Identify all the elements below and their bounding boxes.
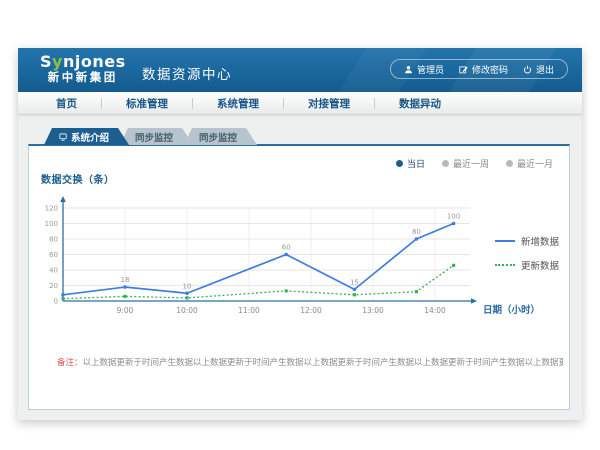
userbar-item-0[interactable]: 管理员 [404, 63, 444, 76]
svg-text:10:00: 10:00 [176, 306, 198, 315]
tab-0[interactable]: 系统介绍 [44, 128, 129, 145]
document-icon [59, 133, 67, 141]
userbar-item-label: 修改密码 [472, 63, 508, 76]
screenshot-canvas: Synjones 新中新集团 数据资源中心 管理员修改密码退出 首页标准管理系统… [0, 0, 600, 450]
legend-label: 新增数据 [521, 234, 559, 248]
line-chart: 0 20 40 60 80 100 120 9:00 10:00 11:00 12:00 13:00 1… [45, 186, 550, 324]
svg-text:60: 60 [282, 244, 291, 252]
svg-text:15: 15 [350, 278, 359, 286]
radio-0[interactable]: 当日 [396, 157, 425, 170]
svg-text:10: 10 [183, 282, 192, 290]
svg-text:80: 80 [412, 228, 421, 236]
legend-item-0: 新增数据 [495, 234, 559, 248]
nav-item-4[interactable]: 数据异动 [375, 96, 465, 111]
footnote: 备注：以上数据更新于时间产生数据以上数据更新于时间产生数据以上数据更新于时间产生… [57, 356, 563, 368]
radio-dot-icon [506, 160, 513, 167]
svg-text:100: 100 [45, 220, 58, 228]
svg-text:18: 18 [121, 276, 130, 284]
site-frame: Synjones 新中新集团 数据资源中心 管理员修改密码退出 首页标准管理系统… [18, 48, 582, 420]
userbar-item-2[interactable]: 退出 [523, 63, 554, 76]
svg-text:100: 100 [447, 213, 460, 221]
tab-label: 系统介绍 [71, 130, 109, 144]
userbar-item-label: 退出 [536, 63, 554, 76]
tab-bar: 系统介绍 同步监控 同步监控 [44, 128, 248, 145]
svg-text:80: 80 [49, 236, 58, 244]
svg-text:120: 120 [45, 205, 58, 213]
nav-item-0[interactable]: 首页 [32, 96, 101, 111]
user-menu: 管理员 修改密码 退出 [390, 59, 568, 79]
tab-1[interactable]: 同步监控 [120, 128, 193, 145]
svg-text:9:00: 9:00 [117, 306, 134, 315]
radio-label: 当日 [407, 157, 425, 170]
nav-item-3[interactable]: 对接管理 [284, 96, 374, 111]
edit-icon [459, 65, 468, 74]
svg-text:日期（小时）: 日期（小时） [483, 304, 540, 316]
power-icon [523, 65, 532, 74]
brand-logo-subtext: 新中新集团 [40, 70, 126, 84]
svg-text:0: 0 [54, 298, 58, 306]
content-panel: 当日 最近一周 最近一月 数据交换（条） 0 20 40 60 80 100 120 9:00 10… [28, 144, 570, 410]
userbar-item-label: 管理员 [417, 63, 444, 76]
chart-legend: 新增数据更新数据 [495, 234, 559, 272]
nav-item-1[interactable]: 标准管理 [102, 96, 192, 111]
footnote-prefix: 备注： [57, 358, 83, 368]
chart-area: 0 20 40 60 80 100 120 9:00 10:00 11:00 12:00 13:00 1… [45, 186, 550, 324]
legend-label: 更新数据 [521, 258, 559, 272]
tab-label: 同步监控 [199, 130, 237, 144]
radio-label: 最近一月 [517, 157, 553, 170]
brand-logo-text: Synjones [40, 53, 126, 70]
tab-2[interactable]: 同步监控 [184, 128, 257, 145]
userbar-item-1[interactable]: 修改密码 [459, 63, 508, 76]
svg-text:20: 20 [49, 282, 58, 290]
main-nav: 首页标准管理系统管理对接管理数据异动 [18, 92, 582, 115]
svg-text:14:00: 14:00 [424, 306, 446, 315]
legend-line-sample [495, 240, 515, 242]
legend-line-sample [495, 264, 515, 266]
radio-dot-icon [442, 160, 449, 167]
radio-dot-icon [396, 160, 403, 167]
svg-text:11:00: 11:00 [238, 306, 260, 315]
app-header: Synjones 新中新集团 数据资源中心 管理员 修改密码 退出 [18, 48, 582, 92]
radio-label: 最近一周 [453, 157, 489, 170]
svg-text:40: 40 [49, 267, 58, 275]
page-title: 数据资源中心 [142, 63, 232, 83]
time-range-filters: 当日 最近一周 最近一月 [396, 157, 553, 170]
chart-y-axis-title: 数据交换（条） [41, 171, 115, 186]
svg-text:13:00: 13:00 [362, 306, 384, 315]
radio-1[interactable]: 最近一周 [442, 157, 489, 170]
radio-2[interactable]: 最近一月 [506, 157, 553, 170]
user-icon [404, 65, 413, 74]
legend-item-1: 更新数据 [495, 258, 559, 272]
tab-label: 同步监控 [135, 130, 173, 144]
footnote-text: 以上数据更新于时间产生数据以上数据更新于时间产生数据以上数据更新于时间产生数据以… [83, 358, 563, 368]
brand-logo[interactable]: Synjones 新中新集团 [40, 53, 126, 84]
nav-item-2[interactable]: 系统管理 [193, 96, 283, 111]
svg-text:12:00: 12:00 [300, 306, 322, 315]
svg-text:60: 60 [49, 251, 58, 259]
